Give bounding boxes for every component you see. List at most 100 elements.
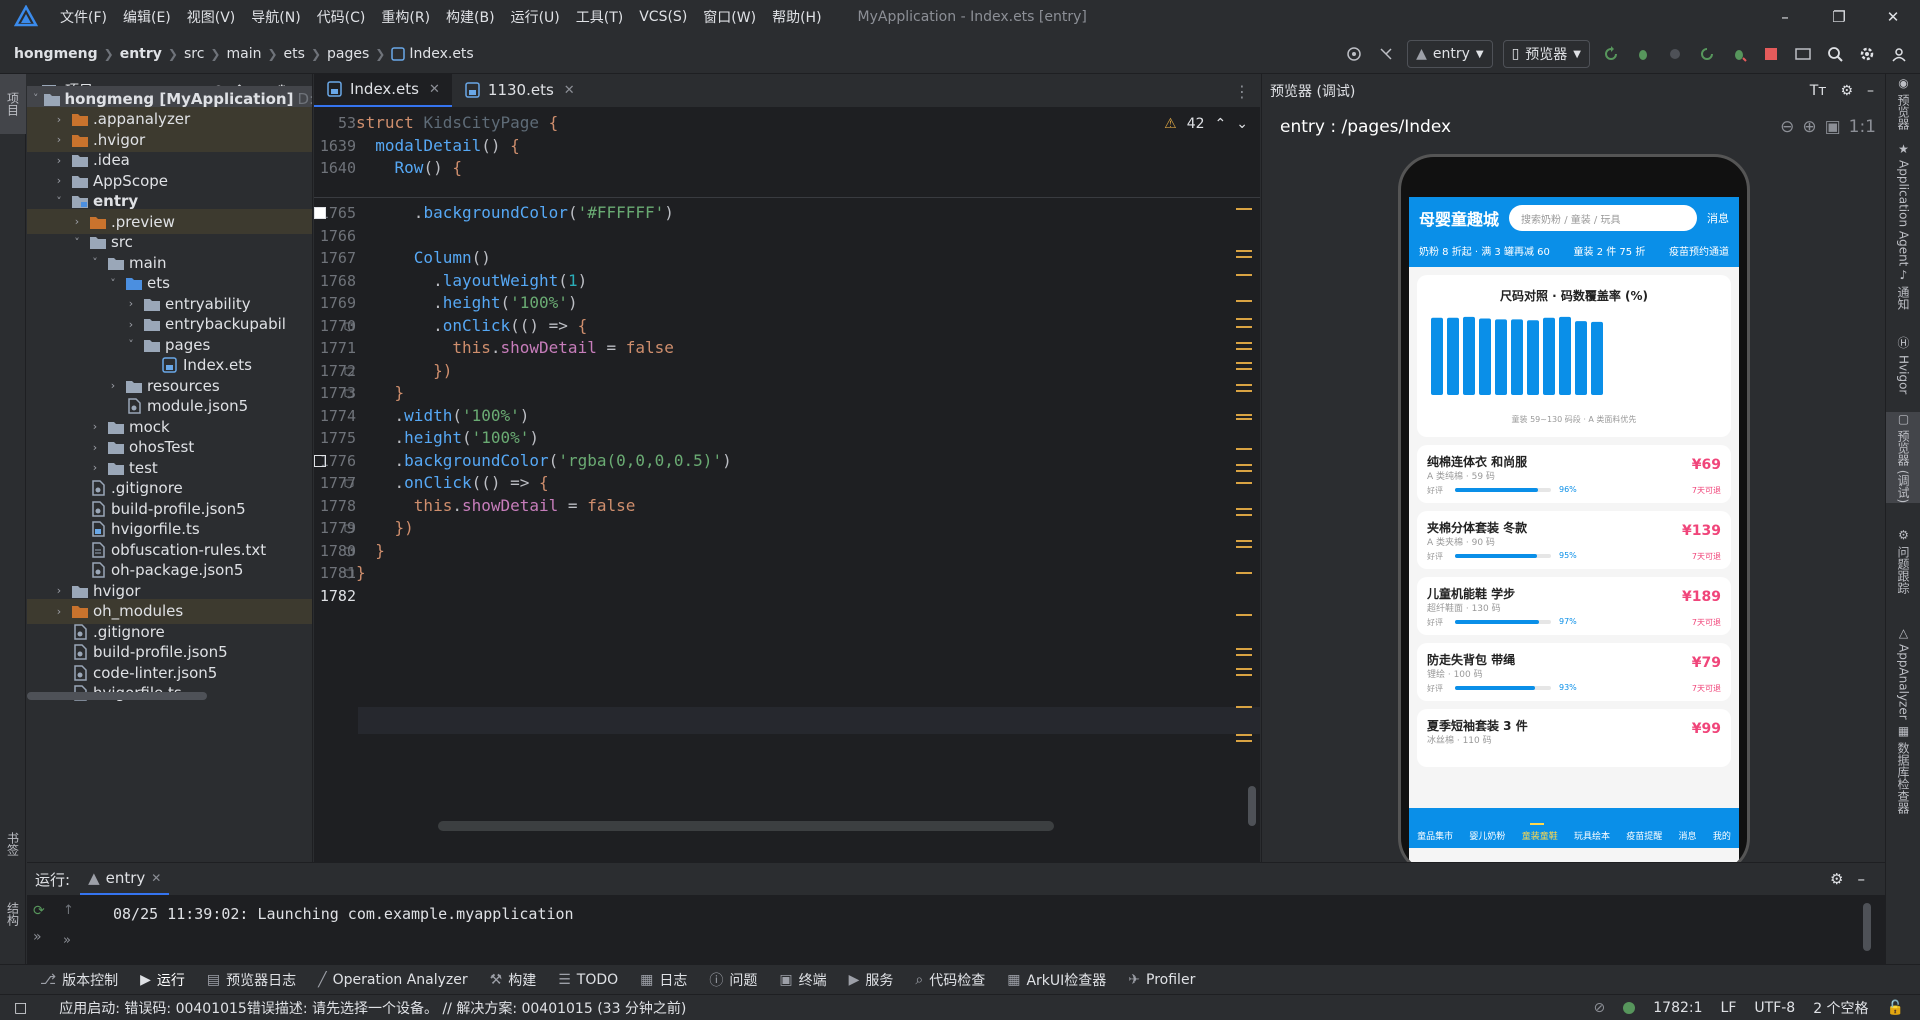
code-line[interactable]: .onClick(() => { <box>356 315 587 337</box>
font-size-icon[interactable]: Tт <box>1810 83 1827 99</box>
code-line[interactable]: } <box>356 562 366 584</box>
code-line[interactable]: .backgroundColor('rgba(0,0,0,0.5)') <box>356 450 732 472</box>
fold-marker-icon[interactable] <box>343 567 355 579</box>
warning-marker[interactable] <box>1236 250 1252 252</box>
more-tabs-icon[interactable]: ⋮ <box>1234 82 1250 101</box>
chevron-right-icon[interactable]: › <box>123 297 139 310</box>
app-nav-item[interactable]: 童装童鞋 <box>1522 823 1558 842</box>
chevron-down-icon[interactable]: ˅ <box>105 277 121 290</box>
inspection-widget[interactable]: ⚠ 42 ⌃ ⌄ <box>1164 116 1248 132</box>
device-select[interactable]: ▯ 预览器 ▼ <box>1502 40 1590 68</box>
lock-icon[interactable]: 🔓 <box>1887 1000 1904 1016</box>
warning-marker[interactable] <box>1236 648 1252 650</box>
error-stripe[interactable] <box>1236 208 1254 808</box>
attach-debugger-icon[interactable] <box>1662 41 1688 67</box>
product-card[interactable]: 纯棉连体衣 和尚服 A 类纯棉 · 59 码 ¥69 好评 96% 7天可退 <box>1417 445 1731 503</box>
warning-marker[interactable] <box>1236 368 1252 370</box>
right-tool-tab[interactable]: ♪ 通知 <box>1886 268 1920 310</box>
indent-setting[interactable]: 2 个空格 <box>1813 998 1868 1018</box>
promo-item[interactable]: 童装 2 件 75 折 <box>1574 243 1646 258</box>
zoom-out-icon[interactable]: ⊖ <box>1780 117 1794 137</box>
tree-hscroll[interactable] <box>27 692 207 700</box>
breadcrumb-item[interactable]: pages <box>327 46 369 62</box>
warning-marker[interactable] <box>1236 470 1252 472</box>
gear-icon[interactable]: ⚙ <box>1830 870 1843 888</box>
chevron-right-icon[interactable]: › <box>87 420 103 433</box>
product-card[interactable]: 夹棉分体套装 冬款 A 类夹棉 · 90 码 ¥139 好评 95% 7天可退 <box>1417 511 1731 569</box>
chevron-right-icon[interactable]: › <box>87 441 103 454</box>
search-icon[interactable] <box>1822 41 1848 67</box>
fold-marker-icon[interactable] <box>343 522 355 534</box>
code-line[interactable]: .width('100%') <box>356 405 530 427</box>
warning-marker[interactable] <box>1236 414 1252 416</box>
rerun-icon[interactable]: ⟳ <box>33 903 45 919</box>
breadcrumb-item[interactable]: hongmeng <box>14 46 98 62</box>
warning-marker[interactable] <box>1236 384 1252 386</box>
target-icon[interactable] <box>1341 41 1367 67</box>
menu-item[interactable]: 代码(C) <box>309 7 374 27</box>
chevron-right-icon[interactable]: › <box>51 584 67 597</box>
more-icon[interactable]: » <box>63 933 71 948</box>
scroll-up-icon[interactable]: ↑ <box>63 903 74 918</box>
search-input[interactable]: 搜索奶粉 / 童装 / 玩具 <box>1509 205 1697 231</box>
warning-marker[interactable] <box>1236 482 1252 484</box>
editor-hscroll[interactable] <box>438 821 1054 831</box>
fit-icon[interactable]: ▣ <box>1825 117 1841 137</box>
file-encoding[interactable]: UTF-8 <box>1754 1000 1795 1016</box>
warning-marker[interactable] <box>1236 546 1252 548</box>
warning-marker[interactable] <box>1236 740 1252 742</box>
app-nav-item[interactable]: 童品集市 <box>1417 829 1453 842</box>
hide-icon[interactable]: – <box>1858 870 1866 888</box>
right-tool-tab[interactable]: △ AppAnalyzer <box>1886 626 1920 720</box>
menu-item[interactable]: 工具(T) <box>568 7 631 27</box>
breadcrumb-item[interactable]: src <box>184 46 204 62</box>
close-icon[interactable]: ✕ <box>429 82 440 97</box>
code-line[interactable]: } <box>356 382 405 404</box>
chevron-right-icon[interactable]: › <box>51 174 67 187</box>
bookmarks-tool-tab[interactable]: 书签 <box>0 814 26 874</box>
tool-tab[interactable]: ▦ 日志 <box>640 970 687 990</box>
menu-item[interactable]: VCS(S) <box>631 9 695 25</box>
chevron-up-icon[interactable]: ⌃ <box>1215 116 1227 132</box>
promo-item[interactable]: 疫苗预约通道 <box>1669 243 1729 258</box>
color-swatch-icon[interactable] <box>314 207 326 219</box>
code-line[interactable]: this.showDetail = false <box>356 337 674 359</box>
code-line[interactable]: modalDetail() { <box>356 135 520 157</box>
chevron-down-icon[interactable]: ˅ <box>51 195 67 208</box>
fold-marker-icon[interactable] <box>343 387 355 399</box>
code-line[interactable]: .height('100%') <box>356 427 540 449</box>
menu-item[interactable]: 运行(U) <box>503 7 568 27</box>
breadcrumb-item[interactable]: main <box>226 46 261 62</box>
caret-position[interactable]: 1782:1 <box>1653 1000 1702 1016</box>
warning-marker[interactable] <box>1236 668 1252 670</box>
warning-marker[interactable] <box>1236 514 1252 516</box>
warning-marker[interactable] <box>1236 326 1252 328</box>
tool-tab[interactable]: ⎇ 版本控制 <box>40 970 118 990</box>
line-separator[interactable]: LF <box>1721 1000 1737 1016</box>
tool-tab[interactable]: ▶ 运行 <box>140 970 185 990</box>
warning-marker[interactable] <box>1236 418 1252 420</box>
stop-icon[interactable] <box>1758 41 1784 67</box>
warning-marker[interactable] <box>1236 734 1252 736</box>
project-tool-tab[interactable]: 项目 <box>0 74 26 134</box>
editor-tab[interactable]: 1130.ets ✕ <box>452 73 587 107</box>
code-line[interactable]: }) <box>356 517 414 539</box>
menu-item[interactable]: 构建(B) <box>438 7 503 27</box>
tool-tab[interactable]: ☰ TODO <box>558 972 618 988</box>
gear-icon[interactable] <box>1854 41 1880 67</box>
right-tool-tab[interactable]: ◉ 预览器 <box>1886 76 1920 130</box>
warning-marker[interactable] <box>1236 208 1252 210</box>
editor-vscroll[interactable] <box>1248 786 1256 826</box>
tool-tab[interactable]: ⚒ 构建 <box>490 970 537 990</box>
bug-hammer-icon[interactable] <box>1373 41 1399 67</box>
right-tool-tab[interactable]: ▦ 数据库检查器 <box>1886 724 1920 814</box>
code-line[interactable]: this.showDetail = false <box>356 495 636 517</box>
hide-icon[interactable]: – <box>1867 83 1874 99</box>
code-line[interactable]: .onClick(() => { <box>356 472 549 494</box>
tool-tab[interactable]: ▶ 服务 <box>849 970 894 990</box>
code-line[interactable]: .height('100%') <box>356 292 578 314</box>
chevron-right-icon[interactable]: › <box>123 318 139 331</box>
tool-tab[interactable]: ╱ Operation Analyzer <box>318 972 467 988</box>
breadcrumb-item[interactable]: entry <box>120 46 162 62</box>
more-icon[interactable]: » <box>33 929 45 945</box>
